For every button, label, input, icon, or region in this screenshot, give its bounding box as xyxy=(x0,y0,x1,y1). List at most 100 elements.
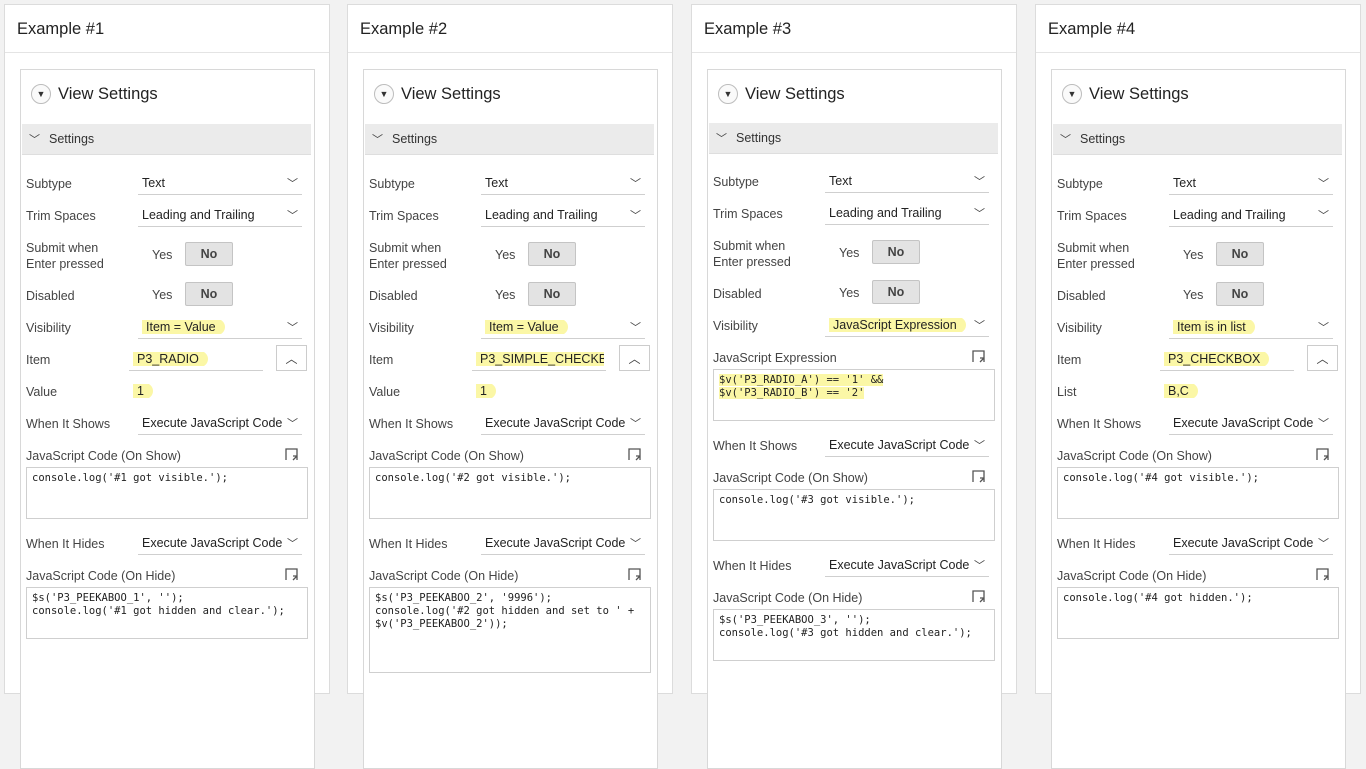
submit-yes-option[interactable]: Yes xyxy=(495,248,515,262)
expand-editor-icon[interactable] xyxy=(1315,446,1331,462)
when-hides-select[interactable]: Execute JavaScript Code ﹀ xyxy=(1169,533,1333,555)
js-hide-code[interactable]: $s('P3_PEEKABOO_1', ''); console.log('#1… xyxy=(26,587,308,639)
card-title: Example #4 xyxy=(1036,5,1360,53)
view-settings-panel: ▼ View Settings ﹀ Settings Subtype Text … xyxy=(20,69,315,769)
trim-spaces-select[interactable]: Leading and Trailing ﹀ xyxy=(825,203,989,225)
submit-no-option[interactable]: No xyxy=(185,242,233,266)
settings-group-header[interactable]: ﹀ Settings xyxy=(365,124,654,155)
js-hide-code[interactable]: $s('P3_PEEKABOO_3', ''); console.log('#3… xyxy=(713,609,995,661)
js-hide-code[interactable]: $s('P3_PEEKABOO_2', '9996'); console.log… xyxy=(369,587,651,673)
submit-yes-option[interactable]: Yes xyxy=(152,248,172,262)
subtype-select[interactable]: Text ﹀ xyxy=(138,173,302,195)
js-hide-code[interactable]: console.log('#4 got hidden.'); xyxy=(1057,587,1339,639)
submit-yes-option[interactable]: Yes xyxy=(1183,248,1203,262)
disabled-label: Disabled xyxy=(26,289,75,303)
subtype-value: Text xyxy=(142,176,165,190)
disabled-no-option[interactable]: No xyxy=(528,282,576,306)
view-settings-label: View Settings xyxy=(745,84,845,103)
trim-spaces-select[interactable]: Leading and Trailing ﹀ xyxy=(138,205,302,227)
disabled-yes-option[interactable]: Yes xyxy=(495,288,515,302)
disabled-yes-option[interactable]: Yes xyxy=(1183,288,1203,302)
submit-no-option[interactable]: No xyxy=(1216,242,1264,266)
view-settings-header[interactable]: ▼ View Settings xyxy=(718,84,845,104)
expand-editor-icon[interactable] xyxy=(284,566,300,582)
chevron-up-icon[interactable]: ︿ xyxy=(619,345,650,371)
chevron-down-icon: ﹀ xyxy=(630,418,641,430)
item-field[interactable]: P3_CHECKBOX xyxy=(1160,349,1294,371)
expand-editor-icon[interactable] xyxy=(1315,566,1331,582)
visibility-select[interactable]: Item = Value ﹀ xyxy=(138,317,302,339)
visibility-value: Item is in list xyxy=(1173,320,1255,334)
visibility-select[interactable]: Item is in list ﹀ xyxy=(1169,317,1333,339)
disabled-no-option[interactable]: No xyxy=(872,280,920,304)
collapse-toggle-icon[interactable]: ▼ xyxy=(718,84,738,104)
settings-group-header[interactable]: ﹀ Settings xyxy=(22,124,311,155)
chevron-up-icon[interactable]: ︿ xyxy=(276,345,307,371)
js-show-code[interactable]: console.log('#4 got visible.'); xyxy=(1057,467,1339,519)
submit-yes-option[interactable]: Yes xyxy=(839,246,859,260)
js-expression-label: JavaScript Expression xyxy=(713,351,837,365)
chevron-down-icon: ﹀ xyxy=(630,538,641,550)
when-hides-label: When It Hides xyxy=(713,559,792,573)
subtype-select[interactable]: Text ﹀ xyxy=(481,173,645,195)
js-show-code[interactable]: console.log('#3 got visible.'); xyxy=(713,489,995,541)
expand-editor-icon[interactable] xyxy=(627,446,643,462)
chevron-up-icon[interactable]: ︿ xyxy=(1307,345,1338,371)
subtype-select[interactable]: Text ﹀ xyxy=(825,171,989,193)
when-shows-select[interactable]: Execute JavaScript Code ﹀ xyxy=(138,413,302,435)
disabled-label: Disabled xyxy=(369,289,418,303)
item-label: Item xyxy=(1057,353,1082,367)
expand-editor-icon[interactable] xyxy=(284,446,300,462)
when-shows-value: Execute JavaScript Code xyxy=(1173,416,1314,430)
trim-spaces-select[interactable]: Leading and Trailing ﹀ xyxy=(481,205,645,227)
view-settings-header[interactable]: ▼ View Settings xyxy=(374,84,501,104)
chevron-down-icon: ﹀ xyxy=(1318,418,1329,430)
item-field[interactable]: P3_SIMPLE_CHECKBOX xyxy=(472,349,606,371)
disabled-yes-option[interactable]: Yes xyxy=(152,288,172,302)
when-hides-select[interactable]: Execute JavaScript Code ﹀ xyxy=(138,533,302,555)
when-shows-select[interactable]: Execute JavaScript Code ﹀ xyxy=(1169,413,1333,435)
view-settings-header[interactable]: ▼ View Settings xyxy=(1062,84,1189,104)
expand-editor-icon[interactable] xyxy=(627,566,643,582)
js-show-label: JavaScript Code (On Show) xyxy=(1057,449,1212,463)
value-field[interactable]: 1 xyxy=(472,381,606,403)
expand-editor-icon[interactable] xyxy=(971,468,987,484)
js-expression-code[interactable]: $v('P3_RADIO_A') == '1' && $v('P3_RADIO_… xyxy=(713,369,995,421)
js-show-code[interactable]: console.log('#1 got visible.'); xyxy=(26,467,308,519)
disabled-no-option[interactable]: No xyxy=(185,282,233,306)
value-field[interactable]: 1 xyxy=(129,381,263,403)
trim-spaces-label: Trim Spaces xyxy=(1057,209,1127,223)
disabled-no-option[interactable]: No xyxy=(1216,282,1264,306)
when-hides-select[interactable]: Execute JavaScript Code ﹀ xyxy=(825,555,989,577)
visibility-select[interactable]: Item = Value ﹀ xyxy=(481,317,645,339)
when-shows-label: When It Shows xyxy=(713,439,798,453)
chevron-down-icon: ﹀ xyxy=(1060,134,1071,146)
collapse-toggle-icon[interactable]: ▼ xyxy=(374,84,394,104)
view-settings-header[interactable]: ▼ View Settings xyxy=(31,84,158,104)
subtype-select[interactable]: Text ﹀ xyxy=(1169,173,1333,195)
submit-no-option[interactable]: No xyxy=(872,240,920,264)
trim-spaces-value: Leading and Trailing xyxy=(1173,208,1286,222)
when-hides-select[interactable]: Execute JavaScript Code ﹀ xyxy=(481,533,645,555)
settings-group-header[interactable]: ﹀ Settings xyxy=(1053,124,1342,155)
expand-editor-icon[interactable] xyxy=(971,348,987,364)
collapse-toggle-icon[interactable]: ▼ xyxy=(31,84,51,104)
chevron-down-icon: ﹀ xyxy=(630,178,641,190)
item-field[interactable]: P3_RADIO xyxy=(129,349,263,371)
when-shows-select[interactable]: Execute JavaScript Code ﹀ xyxy=(481,413,645,435)
visibility-select[interactable]: JavaScript Expression ﹀ xyxy=(825,315,989,337)
submit-label: Submit when Enter pressed xyxy=(369,241,447,271)
expand-editor-icon[interactable] xyxy=(971,588,987,604)
submit-label: Submit when Enter pressed xyxy=(1057,241,1135,271)
settings-group-header[interactable]: ﹀ Settings xyxy=(709,123,998,154)
when-hides-value: Execute JavaScript Code xyxy=(1173,536,1314,550)
submit-no-option[interactable]: No xyxy=(528,242,576,266)
when-shows-select[interactable]: Execute JavaScript Code ﹀ xyxy=(825,435,989,457)
collapse-toggle-icon[interactable]: ▼ xyxy=(1062,84,1082,104)
when-hides-label: When It Hides xyxy=(1057,537,1136,551)
js-show-code[interactable]: console.log('#2 got visible.'); xyxy=(369,467,651,519)
trim-spaces-select[interactable]: Leading and Trailing ﹀ xyxy=(1169,205,1333,227)
list-field[interactable]: B,C xyxy=(1160,381,1294,403)
js-show-label: JavaScript Code (On Show) xyxy=(369,449,524,463)
disabled-yes-option[interactable]: Yes xyxy=(839,286,859,300)
